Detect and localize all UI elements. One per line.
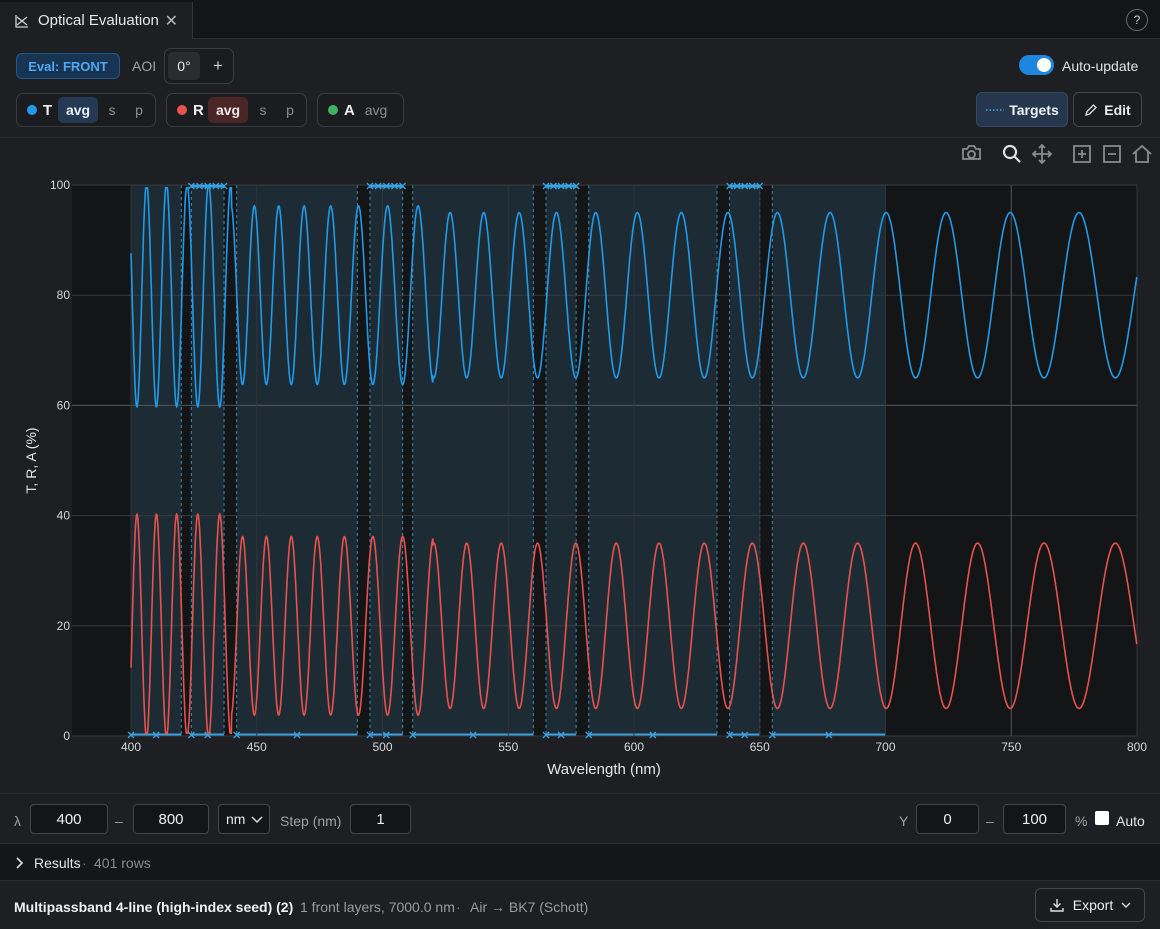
t-p-option[interactable]: p xyxy=(130,97,148,123)
y-tick-label: 0 xyxy=(63,729,70,743)
t-avg-option[interactable]: avg xyxy=(58,97,98,123)
camera-icon[interactable] xyxy=(962,145,981,160)
y-axis-title: T, R, A (%) xyxy=(23,427,39,493)
home-icon[interactable] xyxy=(1132,144,1152,163)
edit-button[interactable]: Edit xyxy=(1073,92,1142,127)
layers-info: 1 front layers, 7000.0 nm xyxy=(300,899,455,915)
footer-sep-1: · xyxy=(286,899,291,915)
auto-label: Auto xyxy=(1116,813,1145,829)
aoi-selector: 0° + xyxy=(164,48,234,84)
y-tick-label: 80 xyxy=(57,288,71,302)
x-tick-label: 400 xyxy=(121,740,141,754)
x-tick-label: 450 xyxy=(247,740,267,754)
dotted-line-icon xyxy=(986,108,1005,111)
y-tick-label: 40 xyxy=(57,509,71,523)
results-label: Results xyxy=(34,855,81,871)
eval-side-button[interactable]: Eval: FRONT xyxy=(16,53,120,79)
aoi-chip-0[interactable]: 0° xyxy=(168,52,200,80)
lambda-label: λ xyxy=(14,813,21,829)
export-label: Export xyxy=(1072,897,1114,913)
channel-letter-t[interactable]: T xyxy=(43,102,52,119)
y-range-dash: – xyxy=(986,813,994,829)
range-dash: – xyxy=(115,813,123,829)
step-input[interactable]: 1 xyxy=(350,804,411,834)
auto-update-toggle[interactable] xyxy=(1019,55,1054,75)
media-info: Air → BK7 (Schott) xyxy=(470,899,589,915)
export-button[interactable]: Export xyxy=(1035,888,1145,922)
target-band xyxy=(236,185,358,736)
x-tick-label: 800 xyxy=(1127,740,1147,754)
pencil-icon xyxy=(1085,103,1098,116)
close-icon[interactable]: ✕ xyxy=(165,11,178,31)
toggle-knob xyxy=(1037,58,1051,72)
footer-sep-2: · xyxy=(456,899,461,915)
spectrum-chart[interactable]: 0 20 40 60 80 100 400 450 500 550 600 650 700 750 800 W… xyxy=(0,137,1160,794)
design-name: Multipassband 4-line (high-index seed) (… xyxy=(14,899,294,915)
add-aoi-button[interactable]: + xyxy=(205,53,231,79)
auto-update-label: Auto-update xyxy=(1062,58,1139,74)
zoom-in-icon[interactable] xyxy=(1073,145,1091,163)
y-tick-label: 100 xyxy=(50,178,70,192)
download-icon xyxy=(1050,899,1064,912)
zoom-icon[interactable] xyxy=(1002,144,1021,163)
r-s-option[interactable]: s xyxy=(254,97,272,123)
y-label: Y xyxy=(899,813,909,829)
a-avg-option[interactable]: avg xyxy=(361,97,391,123)
channel-group-a: A avg xyxy=(317,93,404,127)
x-tick-label: 750 xyxy=(1001,740,1021,754)
x-tick-label: 500 xyxy=(372,740,392,754)
x-tick-label: 650 xyxy=(750,740,770,754)
results-separator: · xyxy=(82,855,87,871)
channel-group-t: T avg s p xyxy=(16,93,156,127)
tab-optical-evaluation[interactable]: Optical Evaluation ✕ xyxy=(0,2,193,39)
edit-label: Edit xyxy=(1104,101,1131,118)
t-s-option[interactable]: s xyxy=(103,97,121,123)
footer: Multipassband 4-line (high-index seed) (… xyxy=(0,882,1160,929)
results-rows: 401 rows xyxy=(94,855,151,871)
targets-label: Targets xyxy=(1009,101,1059,118)
step-label: Step (nm) xyxy=(280,813,342,829)
lambda-to-input[interactable]: 800 xyxy=(133,804,209,834)
r-avg-option[interactable]: avg xyxy=(208,97,248,123)
chevron-right-icon xyxy=(16,857,24,869)
target-band xyxy=(588,185,717,736)
target-band xyxy=(412,185,534,736)
zoom-out-icon[interactable] xyxy=(1103,145,1121,163)
y-from-input[interactable]: 0 xyxy=(916,804,979,834)
tab-title: Optical Evaluation xyxy=(38,12,159,29)
auto-checkbox[interactable] xyxy=(1095,811,1109,825)
x-tick-label: 600 xyxy=(624,740,644,754)
t-color-dot xyxy=(27,105,37,115)
chart-icon xyxy=(15,14,28,28)
x-tick-label: 550 xyxy=(498,740,518,754)
target-band xyxy=(131,185,182,736)
target-band xyxy=(772,185,886,736)
chevron-down-icon xyxy=(251,816,263,824)
target-band xyxy=(369,185,403,736)
r-p-option[interactable]: p xyxy=(281,97,299,123)
unit-select[interactable]: nm xyxy=(218,804,270,834)
results-section[interactable]: Results · 401 rows xyxy=(0,843,1160,881)
unit-value: nm xyxy=(226,811,246,827)
target-band xyxy=(191,185,225,736)
r-color-dot xyxy=(177,105,187,115)
channel-letter-a[interactable]: A xyxy=(344,102,355,119)
aoi-label: AOI xyxy=(132,58,157,74)
x-axis-title: Wavelength (nm) xyxy=(547,761,661,778)
a-color-dot xyxy=(328,105,338,115)
y-unit: % xyxy=(1075,813,1088,829)
x-tick-label: 700 xyxy=(875,740,895,754)
channel-group-r: R avg s p xyxy=(166,93,307,127)
pan-icon[interactable] xyxy=(1031,143,1053,165)
y-tick-label: 60 xyxy=(57,398,71,412)
help-icon[interactable]: ? xyxy=(1126,9,1148,31)
y-tick-label: 20 xyxy=(57,619,71,633)
target-band xyxy=(729,185,760,736)
chevron-down-icon xyxy=(1121,902,1131,908)
lambda-from-input[interactable]: 400 xyxy=(30,804,108,834)
targets-button[interactable]: Targets xyxy=(976,92,1068,127)
channel-letter-r[interactable]: R xyxy=(193,102,204,119)
target-band xyxy=(545,185,577,736)
y-to-input[interactable]: 100 xyxy=(1003,804,1066,834)
